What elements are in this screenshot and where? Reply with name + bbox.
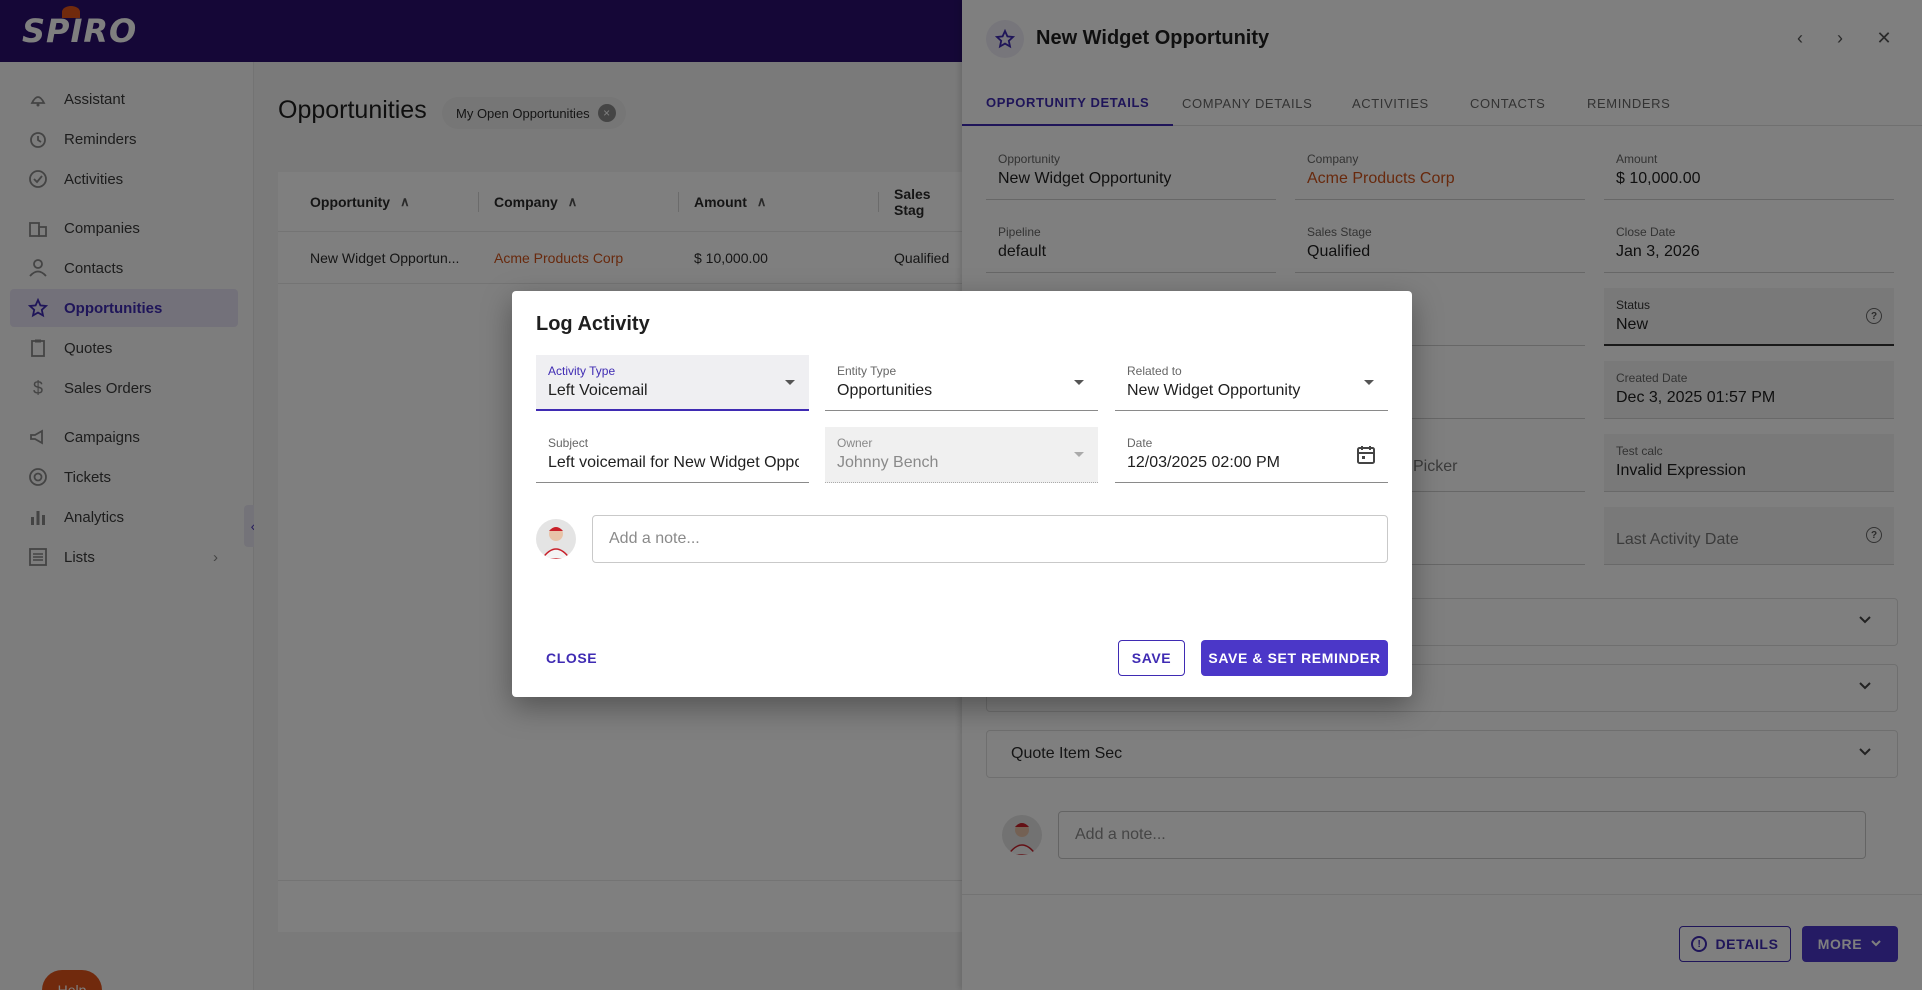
save-and-set-reminder-button[interactable]: SAVE & SET REMINDER — [1201, 640, 1388, 676]
field-value: New Widget Opportunity — [1127, 382, 1301, 399]
field-label: Date — [1127, 436, 1153, 450]
note-input[interactable]: Add a note... — [592, 515, 1388, 563]
dropdown-arrow-icon — [1074, 380, 1084, 385]
dropdown-arrow-icon — [1364, 380, 1374, 385]
dialog-title: Log Activity — [536, 313, 650, 335]
entity-type-select[interactable]: Entity Type Opportunities — [825, 355, 1098, 411]
close-button[interactable]: CLOSE — [536, 640, 607, 676]
field-label: Entity Type — [837, 364, 897, 378]
field-label: Activity Type — [548, 364, 616, 378]
subject-input[interactable]: Subject Left voicemail for New Widget Op… — [536, 427, 809, 483]
date-input[interactable]: Date 12/03/2025 02:00 PM — [1115, 427, 1388, 483]
owner-select: Owner Johnny Bench — [825, 427, 1098, 483]
calendar-icon[interactable] — [1354, 443, 1378, 467]
field-value: Johnny Bench — [837, 454, 939, 471]
dropdown-arrow-icon — [785, 380, 795, 385]
field-value: Opportunities — [837, 382, 933, 399]
field-value: Left voicemail for New Widget Opportunit… — [548, 454, 799, 471]
field-label: Related to — [1127, 364, 1182, 378]
dropdown-arrow-icon — [1074, 452, 1084, 457]
field-value: 12/03/2025 02:00 PM — [1127, 454, 1281, 471]
activity-type-select[interactable]: Activity Type Left Voicemail — [536, 355, 809, 411]
field-label: Subject — [548, 436, 589, 450]
log-activity-dialog: Log Activity Activity Type Left Voicemai… — [512, 291, 1412, 697]
related-to-select[interactable]: Related to New Widget Opportunity — [1115, 355, 1388, 411]
field-value: Left Voicemail — [548, 382, 648, 399]
field-label: Owner — [837, 436, 873, 450]
save-button[interactable]: SAVE — [1118, 640, 1185, 676]
avatar — [536, 519, 576, 559]
